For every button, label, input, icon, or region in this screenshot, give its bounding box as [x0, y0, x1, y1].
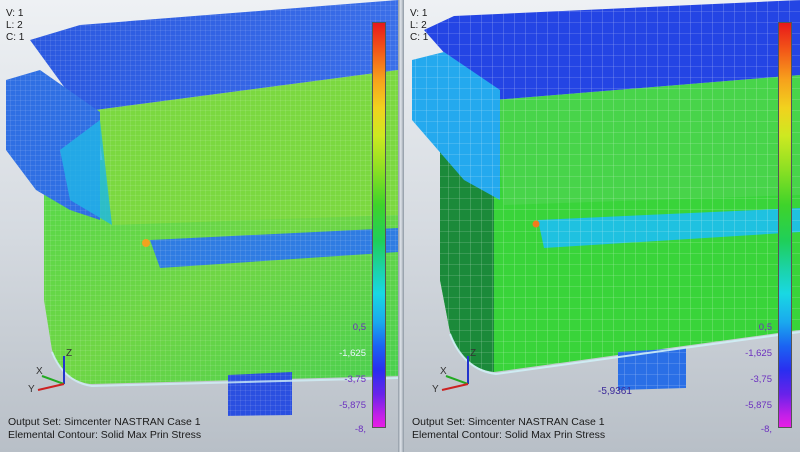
axis-z-label: Z: [470, 348, 477, 359]
layer-number: L: 2: [6, 20, 23, 31]
legend-label: -5,875: [745, 400, 772, 411]
axis-x-label: X: [36, 366, 43, 377]
left-viewport[interactable]: V: 1 L: 2 C: 1 0,5 -1,625 -3,75 -5,875 -…: [0, 0, 398, 452]
legend-label: -1,625: [745, 348, 772, 359]
contour-label: Elemental Contour: Solid Max Prin Stress: [8, 429, 202, 441]
axis-x-label: X: [440, 366, 447, 377]
axis-triad: Z X Y: [28, 348, 74, 395]
contour-label: Elemental Contour: Solid Max Prin Stress: [412, 429, 606, 441]
legend-label: -3,75: [750, 374, 772, 385]
legend-label: 0,5: [352, 322, 366, 333]
axis-y-label: Y: [28, 384, 35, 395]
legend-label: -8,: [760, 424, 772, 435]
axis-y-label: Y: [432, 384, 439, 395]
legend-label: 0,5: [758, 322, 772, 333]
right-viewport[interactable]: V: 1 L: 2 C: 1 0,5 -1,625 -3,75 -5,875 -…: [404, 0, 800, 452]
view-number: V: 1: [6, 8, 24, 19]
view-info: V: 1 L: 2 C: 1: [410, 8, 428, 44]
color-number: C: 1: [6, 32, 25, 43]
output-set-label: Output Set: Simcenter NASTRAN Case 1: [8, 416, 201, 428]
contour-legend: [778, 22, 792, 428]
legend-label: -8,: [354, 424, 366, 435]
axis-z-label: Z: [66, 348, 73, 359]
color-number: C: 1: [410, 32, 429, 43]
contour-legend: [372, 22, 386, 428]
legend-label: -1,625: [339, 348, 366, 359]
legend-label: -3,75: [344, 374, 366, 385]
output-info: Output Set: Simcenter NASTRAN Case 1 Ele…: [412, 416, 605, 442]
femap-window: V: 1 L: 2 C: 1 0,5 -1,625 -3,75 -5,875 -…: [0, 0, 800, 452]
output-set-label: Output Set: Simcenter NASTRAN Case 1: [412, 416, 605, 428]
min-value-tag: -5,9361: [598, 386, 632, 397]
layer-number: L: 2: [410, 20, 427, 31]
output-info: Output Set: Simcenter NASTRAN Case 1 Ele…: [8, 416, 201, 442]
view-info: V: 1 L: 2 C: 1: [6, 8, 24, 44]
view-number: V: 1: [410, 8, 428, 19]
legend-label: -5,875: [339, 400, 366, 411]
axis-triad: Z X Y: [432, 348, 478, 395]
